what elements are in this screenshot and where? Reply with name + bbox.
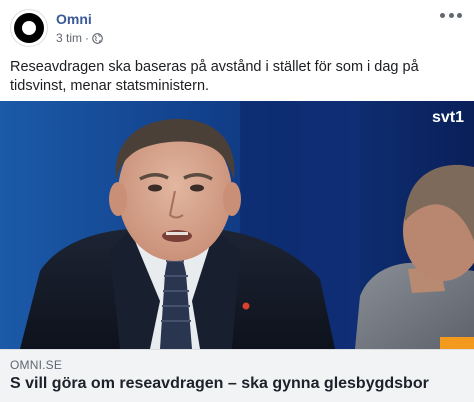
post-timestamp[interactable]: 3 tim bbox=[56, 31, 82, 45]
page-name-link[interactable]: Omni bbox=[56, 11, 92, 27]
post-message: Reseavdragen ska baseras på avstånd i st… bbox=[10, 59, 419, 94]
post-image[interactable]: svt1 bbox=[0, 101, 474, 349]
tv-interview-photo: svt1 bbox=[0, 101, 474, 349]
more-options-icon[interactable] bbox=[440, 8, 462, 22]
svt1-logo-icon: svt1 bbox=[432, 109, 464, 126]
post-header: Omni 3 tim · bbox=[0, 0, 474, 50]
facebook-post: Omni 3 tim · Reseavdragen ska baseras på… bbox=[0, 0, 474, 402]
link-title[interactable]: S vill göra om reseavdragen – ska gynna … bbox=[10, 375, 429, 393]
page-avatar[interactable] bbox=[10, 9, 48, 47]
globe-icon[interactable] bbox=[92, 32, 103, 44]
meta-separator: · bbox=[85, 31, 90, 45]
link-preview[interactable]: OMNI.SE S vill göra om reseavdragen – sk… bbox=[0, 349, 474, 402]
omni-logo-icon bbox=[14, 13, 44, 43]
link-domain: OMNI.SE bbox=[10, 358, 63, 372]
post-meta: 3 tim · bbox=[56, 31, 103, 45]
